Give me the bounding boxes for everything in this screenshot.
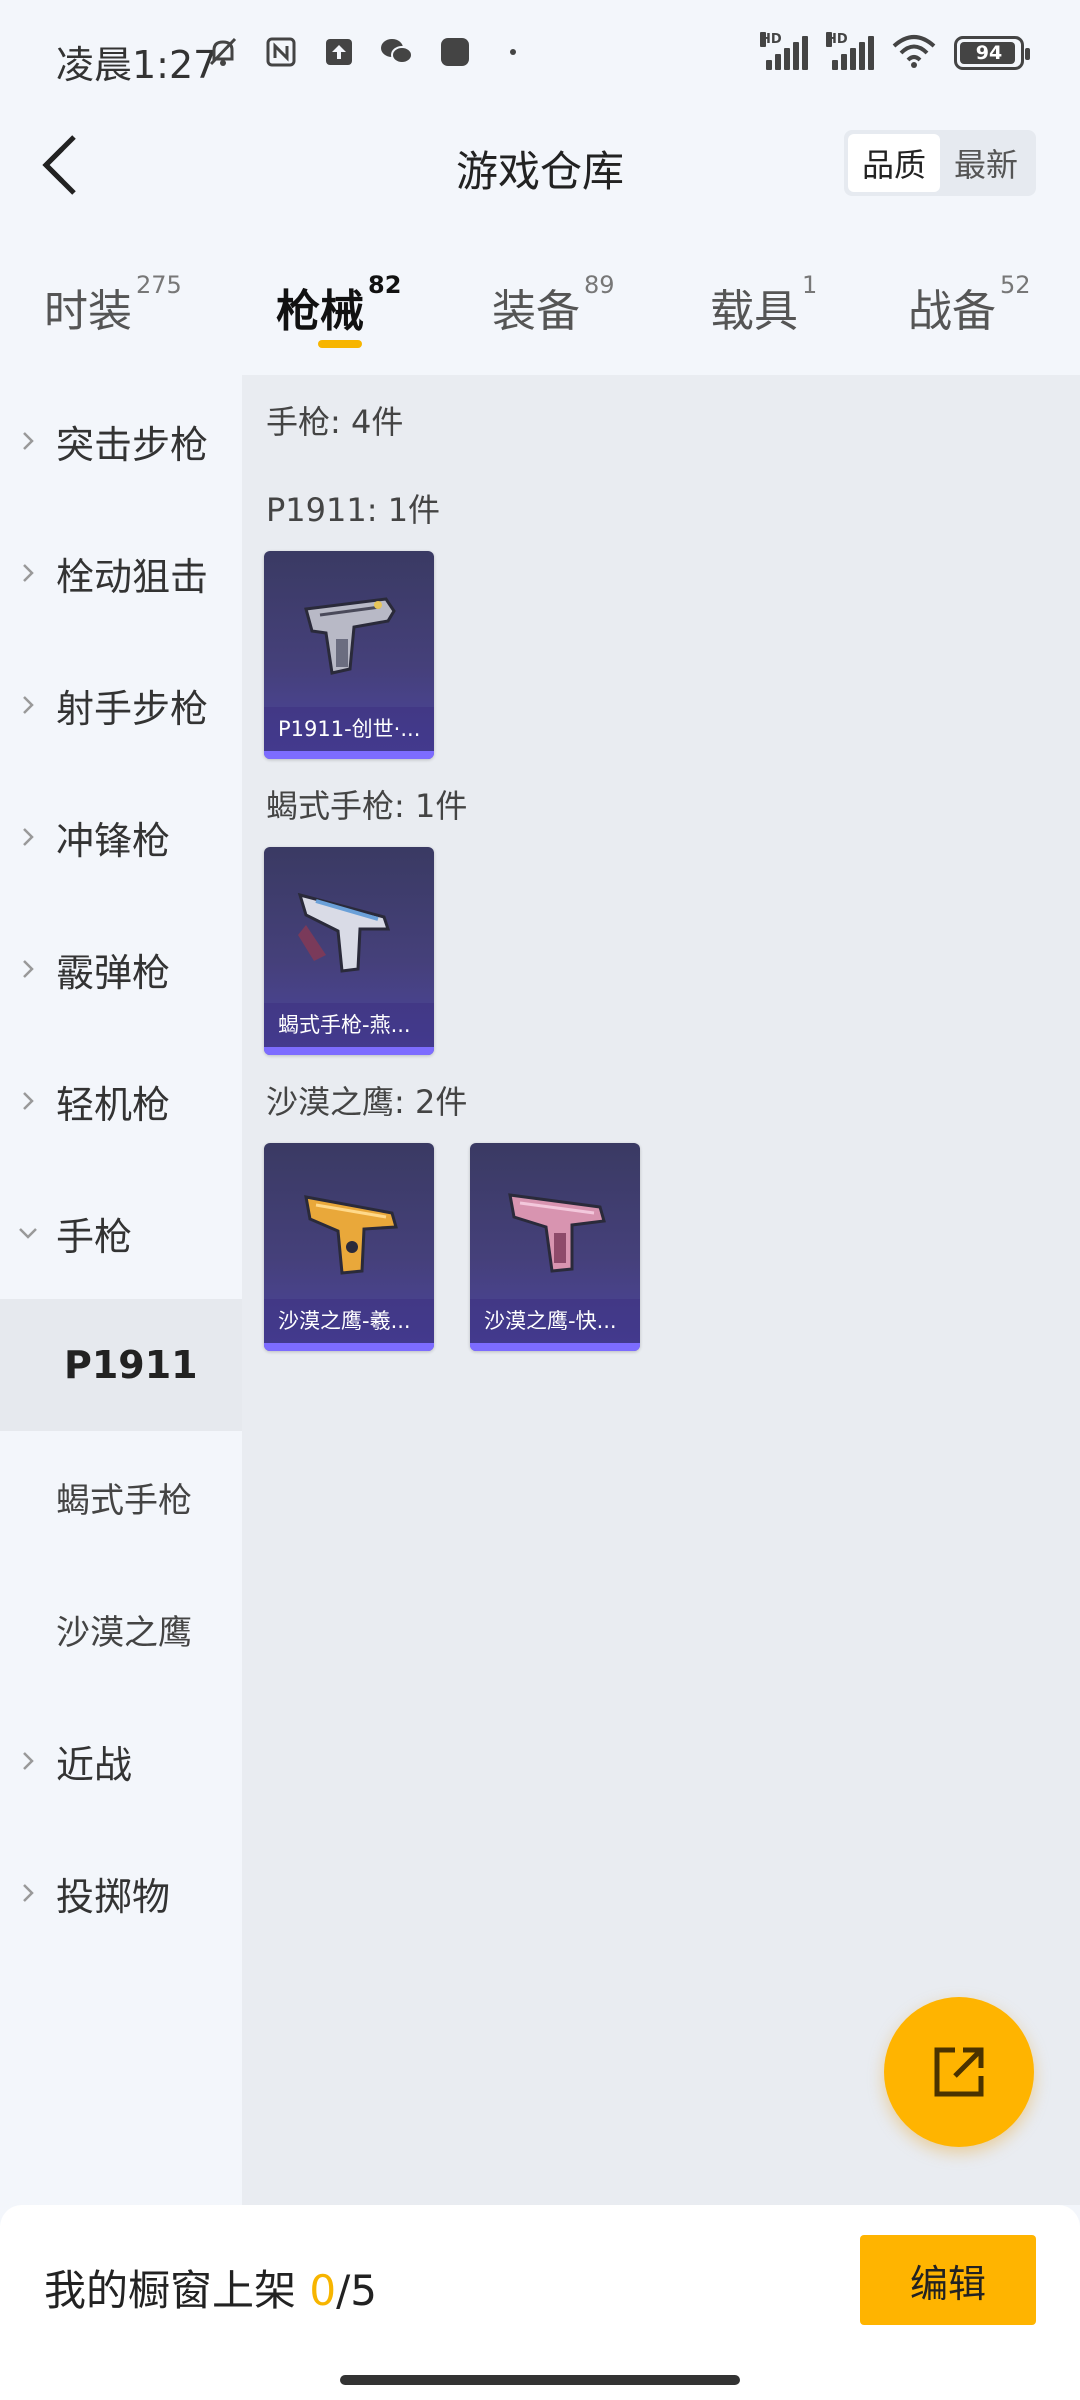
weapon-name: 沙漠之鹰-羲... bbox=[264, 1299, 434, 1343]
nav-item-label: 投掷物 bbox=[56, 1874, 171, 1919]
nav-item-label: 冲锋枪 bbox=[56, 818, 171, 863]
tab-count: 275 bbox=[136, 271, 182, 299]
signal-icon: HD bbox=[760, 32, 808, 70]
tab-supplies[interactable]: 战备52 bbox=[908, 271, 1031, 339]
weapon-name: 沙漠之鹰-快... bbox=[470, 1299, 640, 1343]
nav-subitem-scorpion[interactable]: 蝎式手枪 bbox=[0, 1431, 242, 1563]
edit-button[interactable]: 编辑 bbox=[860, 2235, 1036, 2325]
chevron-right-icon bbox=[0, 694, 56, 716]
chevron-down-icon bbox=[0, 1226, 56, 1240]
nav-item-label: 轻机枪 bbox=[56, 1082, 171, 1127]
shelf-counter: 我的橱窗上架 0/5 bbox=[44, 2257, 377, 2318]
pistol-icon bbox=[508, 1193, 606, 1273]
nav-item-label: 手枪 bbox=[56, 1214, 133, 1259]
nav-item-label: 近战 bbox=[56, 1742, 133, 1787]
shelf-total: /5 bbox=[336, 2266, 377, 2315]
pistol-icon bbox=[304, 597, 396, 675]
wechat-icon bbox=[379, 34, 415, 70]
nav-subitem-desert-eagle[interactable]: 沙漠之鹰 bbox=[0, 1563, 242, 1695]
sort-quality-button[interactable]: 品质 bbox=[848, 134, 940, 192]
nav-item-shotgun[interactable]: 霰弹枪 bbox=[0, 903, 242, 1035]
nav-item-pistol[interactable]: 手枪 bbox=[0, 1167, 242, 1299]
tab-label: 枪械 bbox=[276, 286, 364, 337]
pistol-icon bbox=[297, 892, 391, 973]
bell-off-icon bbox=[205, 34, 241, 70]
chevron-right-icon bbox=[0, 826, 56, 848]
home-indicator[interactable] bbox=[340, 2375, 740, 2385]
weapon-category-nav: 突击步枪 栓动狙击 射手步枪 冲锋枪 霰弹枪 轻机枪 手枪 P1911 蝎式手枪… bbox=[0, 375, 242, 2205]
shelf-current: 0 bbox=[309, 2266, 337, 2315]
tab-count: 1 bbox=[802, 271, 818, 299]
rarity-bar bbox=[264, 1047, 434, 1055]
app-header: 游戏仓库 品质 最新 bbox=[0, 110, 1080, 225]
nav-item-lmg[interactable]: 轻机枪 bbox=[0, 1035, 242, 1167]
chevron-right-icon bbox=[0, 958, 56, 980]
tab-label: 战备 bbox=[908, 286, 996, 337]
nav-item-throwables[interactable]: 投掷物 bbox=[0, 1827, 242, 1959]
nfc-icon bbox=[263, 34, 299, 70]
group-title: P1911: 1件 bbox=[266, 491, 441, 529]
chevron-right-icon bbox=[0, 430, 56, 452]
status-time: 凌晨1:27 bbox=[56, 43, 218, 87]
bottom-bar: 我的橱窗上架 0/5 编辑 bbox=[0, 2205, 1080, 2400]
tab-vehicles[interactable]: 载具1 bbox=[710, 271, 817, 339]
status-bar: 凌晨1:27 HD HD 94 bbox=[0, 0, 1080, 110]
chevron-right-icon bbox=[0, 1750, 56, 1772]
chevron-right-icon bbox=[0, 1882, 56, 1904]
rarity-bar bbox=[264, 1343, 434, 1351]
tab-guns[interactable]: 枪械82 bbox=[276, 271, 401, 339]
weapon-list: 手枪: 4件 P1911: 1件 P1911-创世·... 蝎式手枪: 1件 蝎… bbox=[242, 375, 1080, 2205]
weapon-name: P1911-创世·... bbox=[264, 707, 434, 751]
group-title: 蝎式手枪: 1件 bbox=[266, 787, 468, 825]
category-tabs: 时装275 枪械82 装备89 载具1 战备52 bbox=[0, 255, 1080, 365]
share-button[interactable] bbox=[884, 1997, 1034, 2147]
weapon-card[interactable]: P1911-创世·... bbox=[264, 551, 434, 759]
dot-icon bbox=[495, 34, 531, 70]
tab-fashion[interactable]: 时装275 bbox=[44, 271, 182, 339]
battery-icon: 94 bbox=[954, 36, 1030, 70]
signal-icon: HD bbox=[826, 32, 874, 70]
tab-active-indicator bbox=[318, 340, 362, 348]
nav-item-label: 霰弹枪 bbox=[56, 950, 171, 995]
sort-toggle: 品质 最新 bbox=[844, 130, 1036, 196]
tab-equipment[interactable]: 装备89 bbox=[492, 271, 615, 339]
battery-level: 94 bbox=[975, 42, 1003, 64]
nav-item-label: 突击步枪 bbox=[56, 422, 209, 467]
nav-item-assault-rifle[interactable]: 突击步枪 bbox=[0, 375, 242, 507]
chevron-right-icon bbox=[0, 1090, 56, 1112]
nav-item-bolt-sniper[interactable]: 栓动狙击 bbox=[0, 507, 242, 639]
tab-count: 82 bbox=[368, 271, 402, 299]
tab-label: 时装 bbox=[44, 286, 132, 337]
rarity-bar bbox=[264, 751, 434, 759]
chevron-right-icon bbox=[0, 562, 56, 584]
group-title: 沙漠之鹰: 2件 bbox=[266, 1083, 468, 1121]
tab-count: 52 bbox=[1000, 271, 1031, 299]
nav-subitem-p1911[interactable]: P1911 bbox=[0, 1299, 242, 1431]
tab-label: 装备 bbox=[492, 286, 580, 337]
status-right-icons: HD HD 94 bbox=[760, 32, 1030, 72]
tab-count: 89 bbox=[584, 271, 615, 299]
nav-item-marksman-rifle[interactable]: 射手步枪 bbox=[0, 639, 242, 771]
nav-item-label: 射手步枪 bbox=[56, 686, 209, 731]
rarity-bar bbox=[470, 1343, 640, 1351]
share-icon bbox=[934, 2047, 984, 2097]
nav-item-smg[interactable]: 冲锋枪 bbox=[0, 771, 242, 903]
upload-icon bbox=[321, 34, 357, 70]
pistol-icon bbox=[304, 1195, 398, 1275]
sort-newest-button[interactable]: 最新 bbox=[940, 134, 1032, 192]
nav-item-melee[interactable]: 近战 bbox=[0, 1695, 242, 1827]
shelf-label: 我的橱窗上架 bbox=[44, 2266, 310, 2315]
nav-item-label: 栓动狙击 bbox=[56, 554, 209, 599]
status-left-icons bbox=[205, 34, 531, 70]
tab-label: 载具 bbox=[710, 286, 798, 337]
weapon-card[interactable]: 沙漠之鹰-快... bbox=[470, 1143, 640, 1351]
app-icon bbox=[437, 34, 473, 70]
category-summary: 手枪: 4件 bbox=[266, 403, 404, 441]
wifi-icon bbox=[892, 34, 936, 72]
weapon-card[interactable]: 沙漠之鹰-羲... bbox=[264, 1143, 434, 1351]
weapon-card[interactable]: 蝎式手枪-燕... bbox=[264, 847, 434, 1055]
weapon-name: 蝎式手枪-燕... bbox=[264, 1003, 434, 1047]
